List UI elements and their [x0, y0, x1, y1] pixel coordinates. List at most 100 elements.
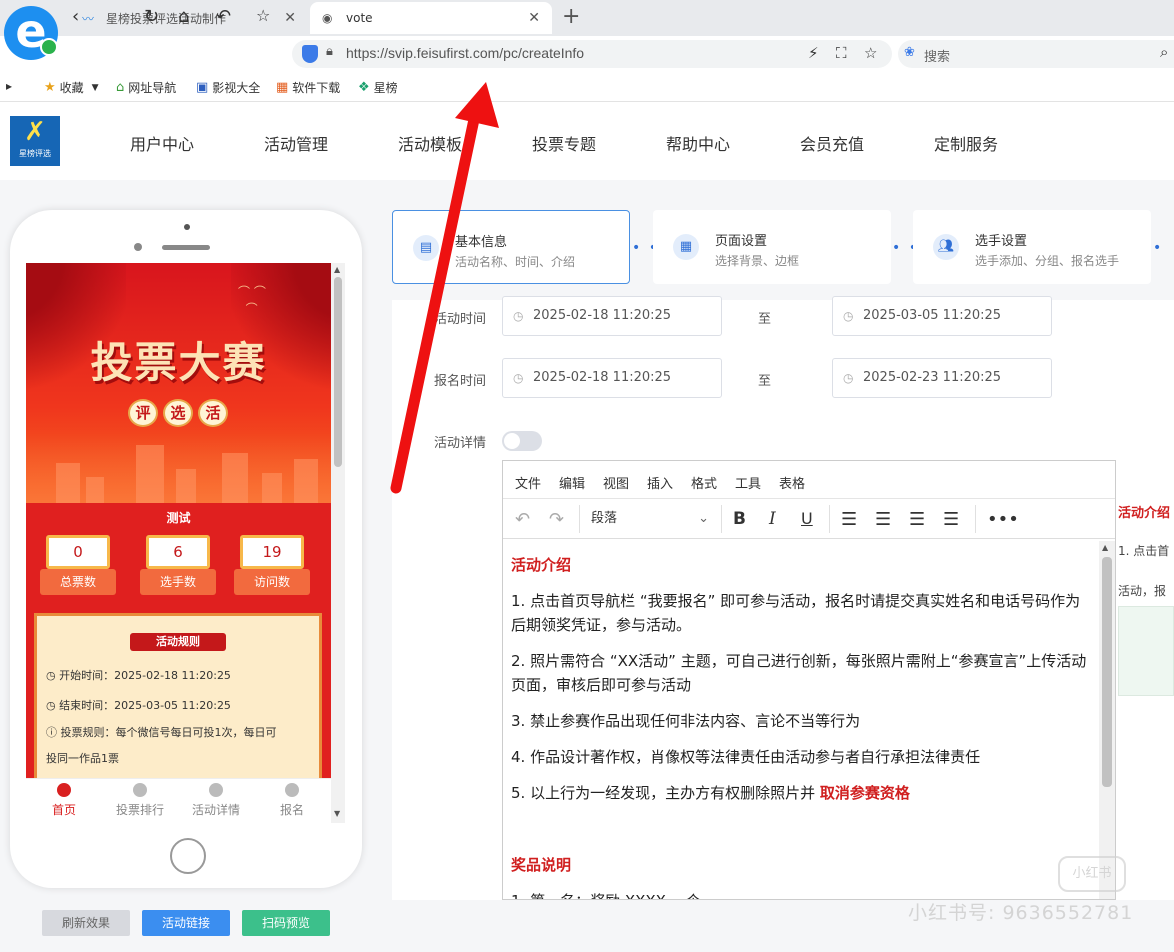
redo-icon[interactable]: ↷ — [549, 509, 564, 530]
editor-content[interactable]: 活动介绍 1. 点击首页导航栏 “我要报名” 即可参与活动，报名时请提交真实姓名… — [511, 553, 1095, 899]
scroll-up-icon[interactable]: ▲ — [1102, 543, 1108, 552]
close-tab-icon[interactable]: ✕ — [528, 10, 540, 26]
step-basic-info[interactable]: ▤ 基本信息 活动名称、时间、介绍 — [392, 210, 630, 284]
phone-speaker — [162, 245, 210, 250]
preview-line: 活动，报 — [1118, 584, 1167, 598]
phone-home-button — [170, 838, 206, 874]
nav-activity-templates[interactable]: 活动模板 — [398, 131, 462, 155]
bookmark-label: 影视大全 — [212, 81, 261, 95]
nav-vote-topics[interactable]: 投票专题 — [532, 131, 596, 155]
clock-icon: ◷ — [843, 309, 854, 323]
phone-scrollbar[interactable]: ▲ ▼ — [331, 263, 345, 823]
back-icon[interactable]: ‹ — [72, 6, 79, 27]
range-separator: 至 — [758, 312, 772, 327]
bookmark-xingbang[interactable]: ❖ 星榜 — [358, 79, 398, 96]
favorites-icon[interactable]: ☆ — [256, 6, 270, 25]
menu-edit[interactable]: 编辑 — [559, 473, 585, 492]
phone-tab-details[interactable]: 活动详情 — [178, 783, 254, 818]
nav-membership[interactable]: 会员充值 — [800, 131, 864, 155]
site-logo[interactable]: ✗ 星榜评选 — [10, 116, 60, 166]
users-icon: 👥︎ — [933, 234, 959, 260]
step-title: 选手设置 — [975, 234, 1028, 249]
input-value: 2025-02-23 11:20:25 — [863, 370, 1002, 385]
bookmark-software[interactable]: ▦ 软件下载 — [276, 79, 340, 96]
editor-scrollbar[interactable]: ▲ — [1099, 541, 1115, 899]
bookmark-video[interactable]: ▣ 影视大全 — [196, 79, 260, 96]
screenshot-icon[interactable]: ⛶ — [836, 44, 847, 62]
browser-tab-2[interactable]: ◉ vote ✕ — [310, 2, 552, 34]
activity-end-input[interactable]: ◷ 2025-03-05 11:20:25 — [832, 296, 1052, 336]
rich-text-editor[interactable]: 文件 编辑 视图 插入 格式 工具 表格 ↶ ↷ 段落 ⌄ B I U ☰ ☰ ☰… — [502, 460, 1116, 900]
bookmark-nav[interactable]: ⌂ 网址导航 — [116, 79, 176, 96]
intro-item-1: 1. 点击首页导航栏 “我要报名” 即可参与活动，报名时请提交真实姓名和电话号码… — [511, 592, 1081, 634]
nav-activity-management[interactable]: 活动管理 — [264, 131, 328, 155]
scroll-thumb[interactable] — [1102, 557, 1112, 787]
menu-insert[interactable]: 插入 — [647, 473, 673, 492]
nav-custom-service[interactable]: 定制服务 — [934, 131, 998, 155]
scroll-down-icon[interactable]: ▼ — [334, 809, 340, 818]
phone-tab-signup[interactable]: 报名 — [254, 783, 330, 818]
underline-icon[interactable]: U — [801, 509, 813, 528]
search-input[interactable]: 搜索 — [924, 46, 950, 65]
stat-label: 总票数 — [40, 569, 116, 595]
input-value: 2025-02-18 11:20:25 — [533, 370, 672, 385]
align-justify-icon[interactable]: ☰ — [943, 509, 959, 530]
details-icon — [209, 783, 223, 797]
bold-icon[interactable]: B — [733, 509, 746, 529]
paw-icon: ❀ — [904, 45, 915, 60]
more-icon[interactable]: ••• — [987, 509, 1019, 530]
step-page-settings[interactable]: ▦ 页面设置 选择背景、边框 — [653, 210, 891, 284]
refresh-preview-button[interactable]: 刷新效果 — [42, 910, 130, 936]
align-right-icon[interactable]: ☰ — [909, 509, 925, 530]
phone-screen[interactable]: ⌒ ⌒ ⌒ 投票大赛 评 选 活 动 测试 0 总票数 6 选手数 19 访问数… — [26, 263, 345, 823]
activity-start-input[interactable]: ◷ 2025-02-18 11:20:25 — [502, 296, 722, 336]
activity-link-button[interactable]: 活动链接 — [142, 910, 230, 936]
scroll-thumb[interactable] — [334, 277, 342, 467]
lightning-icon[interactable]: ⚡︎ — [808, 44, 819, 62]
clock-icon: ◷ — [46, 699, 60, 712]
align-center-icon[interactable]: ☰ — [875, 509, 891, 530]
scroll-up-icon[interactable]: ▲ — [334, 265, 340, 274]
signup-end-input[interactable]: ◷ 2025-02-23 11:20:25 — [832, 358, 1052, 398]
menu-tools[interactable]: 工具 — [735, 473, 761, 492]
paragraph-format-select[interactable]: 段落 ⌄ — [585, 505, 715, 533]
url-text[interactable]: https://svip.feisufirst.com/pc/createInf… — [346, 45, 584, 61]
city-skyline — [26, 433, 331, 503]
toolbar-divider — [975, 505, 976, 533]
bookmark-star-icon[interactable]: ☆ — [864, 44, 877, 62]
browser-logo-icon[interactable]: e — [4, 6, 58, 60]
tab-label: 首页 — [51, 803, 76, 817]
undo-icon[interactable]: ↶ — [216, 6, 231, 27]
nav-help-center[interactable]: 帮助中心 — [666, 131, 730, 155]
menu-format[interactable]: 格式 — [691, 473, 717, 492]
phone-tab-ranking[interactable]: 投票排行 — [102, 783, 178, 818]
toolbar-divider — [579, 505, 580, 533]
menu-view[interactable]: 视图 — [603, 473, 629, 492]
stat-total-votes: 0 总票数 — [40, 533, 116, 597]
menu-table[interactable]: 表格 — [779, 473, 805, 492]
qr-preview-button[interactable]: 扫码预览 — [242, 910, 330, 936]
activity-detail-toggle[interactable] — [502, 431, 542, 451]
reload-icon[interactable]: ↻ — [144, 6, 159, 27]
input-value: 2025-03-05 11:20:25 — [863, 308, 1002, 323]
bookmark-favorites[interactable]: ★ 收藏 ▼ — [44, 79, 99, 96]
sidebar-toggle-icon[interactable]: ▸ — [6, 79, 12, 93]
forward-icon[interactable]: › — [110, 6, 117, 27]
close-tab-icon[interactable]: ✕ — [284, 10, 296, 26]
search-icon[interactable]: ⌕ — [1160, 43, 1168, 61]
home-icon[interactable]: ⌂ — [178, 6, 189, 27]
document-icon: ▤ — [413, 235, 439, 261]
nav-user-center[interactable]: 用户中心 — [130, 131, 194, 155]
phone-tab-home[interactable]: 首页 — [26, 783, 102, 818]
step-contestant-settings[interactable]: 👥︎ 选手设置 选手添加、分组、报名选手 — [913, 210, 1151, 284]
signup-start-input[interactable]: ◷ 2025-02-18 11:20:25 — [502, 358, 722, 398]
menu-file[interactable]: 文件 — [515, 473, 541, 492]
shield-icon — [302, 45, 318, 63]
new-tab-button[interactable]: + — [562, 4, 580, 29]
undo-icon[interactable]: ↶ — [515, 509, 530, 530]
ranking-icon — [133, 783, 147, 797]
italic-icon[interactable]: I — [769, 509, 776, 529]
tab-label: 投票排行 — [115, 803, 164, 817]
align-left-icon[interactable]: ☰ — [841, 509, 857, 530]
